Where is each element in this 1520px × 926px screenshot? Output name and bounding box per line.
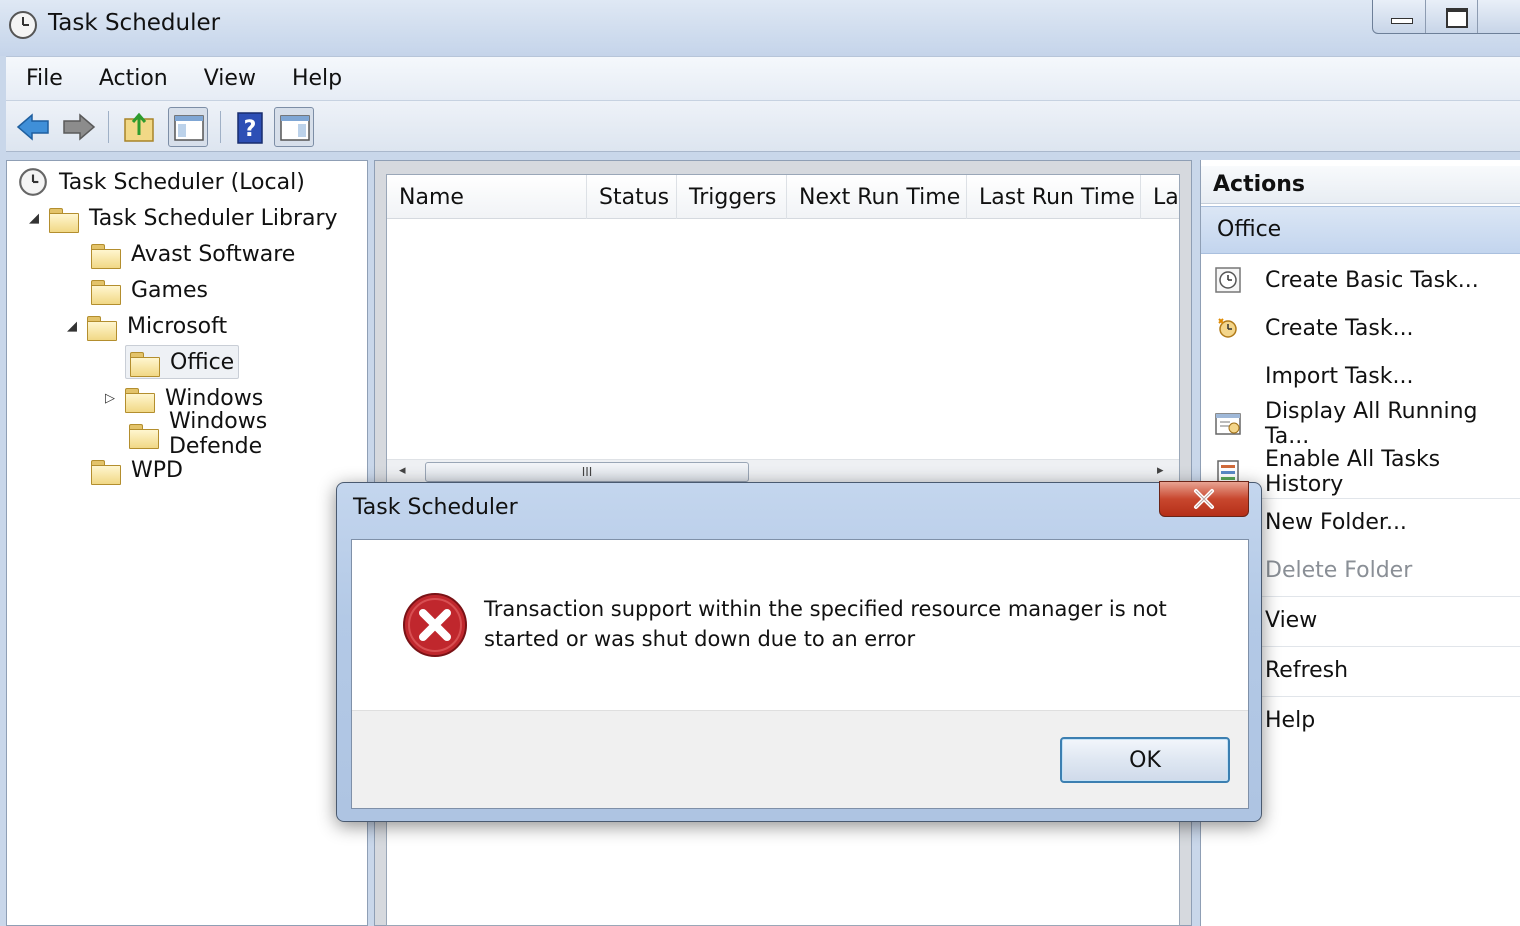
- column-header-next-run-time[interactable]: Next Run Time: [787, 175, 967, 219]
- scroll-left-icon[interactable]: ◂: [399, 463, 406, 478]
- tree-label: Games: [131, 277, 208, 303]
- menu-action[interactable]: Action: [79, 66, 184, 91]
- actions-section-office[interactable]: Office: [1201, 206, 1520, 254]
- tree-node-wpd[interactable]: WPD: [91, 453, 183, 487]
- menu-help[interactable]: Help: [272, 66, 358, 91]
- tree-node-avast-software[interactable]: Avast Software: [91, 237, 295, 271]
- tree-label: Windows Defende: [168, 409, 268, 459]
- help-question-icon[interactable]: ?: [230, 107, 270, 147]
- tree-label: Office: [170, 349, 235, 375]
- folder-icon: [129, 421, 159, 449]
- action-create-basic-task[interactable]: Create Basic Task...: [1201, 256, 1520, 304]
- action-label: Help: [1265, 708, 1316, 733]
- running-tasks-icon: [1213, 409, 1243, 439]
- console-tree: Task Scheduler (Local) ◢ Task Scheduler …: [6, 160, 368, 926]
- menu-bar: File Action View Help: [6, 56, 1520, 100]
- action-label: View: [1265, 608, 1318, 633]
- column-header-last-run-time[interactable]: Last Run Time: [967, 175, 1141, 219]
- minimize-icon[interactable]: [1373, 0, 1426, 33]
- show-hide-action-pane-icon[interactable]: [274, 107, 314, 147]
- actions-header: Actions: [1201, 166, 1520, 204]
- horizontal-scrollbar[interactable]: ◂ III ▸: [387, 459, 1179, 483]
- tree-label: Microsoft: [127, 313, 228, 339]
- create-basic-task-icon: [1213, 265, 1243, 295]
- toolbar: ?: [6, 100, 1520, 152]
- svg-text:?: ?: [244, 117, 257, 142]
- dialog-title: Task Scheduler: [353, 495, 518, 520]
- folder-icon: [130, 349, 160, 377]
- action-label: Refresh: [1265, 658, 1349, 683]
- library-folder-icon: [49, 205, 79, 233]
- maximize-icon[interactable]: [1426, 0, 1479, 33]
- back-arrow-icon[interactable]: [14, 107, 54, 147]
- create-task-icon: [1213, 313, 1243, 343]
- column-header-status[interactable]: Status: [587, 175, 677, 219]
- task-scheduler-clock-icon: [19, 168, 47, 196]
- folder-icon: [125, 385, 155, 413]
- tree-node-library[interactable]: ◢ Task Scheduler Library: [25, 201, 338, 235]
- dialog-body: Transaction support within the specified…: [351, 539, 1249, 809]
- task-list-header: Name Status Triggers Next Run Time Last …: [387, 175, 1179, 219]
- forward-arrow-icon[interactable]: [58, 107, 98, 147]
- action-label: New Folder...: [1265, 510, 1407, 535]
- dialog-close-button[interactable]: [1159, 481, 1249, 517]
- tree-node-microsoft[interactable]: ◢ Microsoft: [63, 309, 227, 343]
- folder-icon: [91, 277, 121, 305]
- folder-icon: [91, 241, 121, 269]
- action-create-task[interactable]: Create Task...: [1201, 304, 1520, 352]
- action-label: Enable All Tasks History: [1265, 447, 1441, 497]
- folder-icon: [91, 457, 121, 485]
- tree-label: Avast Software: [131, 241, 296, 267]
- tree-label: WPD: [131, 457, 183, 483]
- menu-view[interactable]: View: [184, 66, 272, 91]
- error-dialog: Task Scheduler Transaction support withi…: [336, 481, 1262, 822]
- import-task-blank-icon: [1213, 361, 1243, 391]
- task-scheduler-clock-icon: [9, 11, 37, 39]
- tree-node-windows-defender[interactable]: Windows Defende: [129, 409, 367, 459]
- action-label: Import Task...: [1265, 363, 1414, 389]
- collapsed-arrow-icon[interactable]: ▷: [101, 391, 119, 406]
- tree-label: Task Scheduler (Local): [59, 169, 305, 195]
- column-header-name[interactable]: Name: [387, 175, 587, 219]
- expanded-arrow-icon[interactable]: ◢: [63, 319, 81, 334]
- close-window-icon[interactable]: [1478, 0, 1520, 33]
- expanded-arrow-icon[interactable]: ◢: [25, 211, 43, 226]
- action-label: Create Task...: [1265, 315, 1414, 341]
- window-title: Task Scheduler: [48, 10, 221, 36]
- column-header-triggers[interactable]: Triggers: [677, 175, 787, 219]
- tree-node-office[interactable]: Office: [125, 345, 240, 379]
- action-label: Display All Running Ta...: [1265, 399, 1478, 449]
- scrollbar-thumb[interactable]: III: [425, 462, 749, 482]
- dialog-footer: OK: [352, 710, 1248, 808]
- show-hide-console-tree-icon[interactable]: [168, 107, 208, 147]
- folder-icon: [87, 313, 117, 341]
- tree-node-games[interactable]: Games: [91, 273, 208, 307]
- ok-button[interactable]: OK: [1060, 737, 1230, 783]
- action-import-task[interactable]: Import Task...: [1201, 352, 1520, 400]
- error-message: Transaction support within the specified…: [484, 597, 1167, 651]
- column-header-last-run-result[interactable]: La: [1141, 175, 1179, 219]
- tree-label: Windows: [165, 385, 264, 411]
- menu-file[interactable]: File: [6, 66, 79, 91]
- action-label: Create Basic Task...: [1265, 267, 1479, 293]
- up-folder-icon[interactable]: [120, 107, 160, 147]
- window-titlebar: Task Scheduler: [0, 0, 1520, 56]
- close-icon: [1194, 489, 1214, 509]
- window-controls: [1372, 0, 1520, 34]
- action-label: Delete Folder: [1265, 557, 1413, 583]
- action-display-all-running-tasks[interactable]: Display All Running Ta...: [1201, 399, 1520, 449]
- tree-node-root[interactable]: Task Scheduler (Local): [17, 165, 305, 199]
- scroll-right-icon[interactable]: ▸: [1157, 463, 1164, 478]
- tree-label: Task Scheduler Library: [89, 205, 338, 231]
- error-icon: [403, 593, 467, 657]
